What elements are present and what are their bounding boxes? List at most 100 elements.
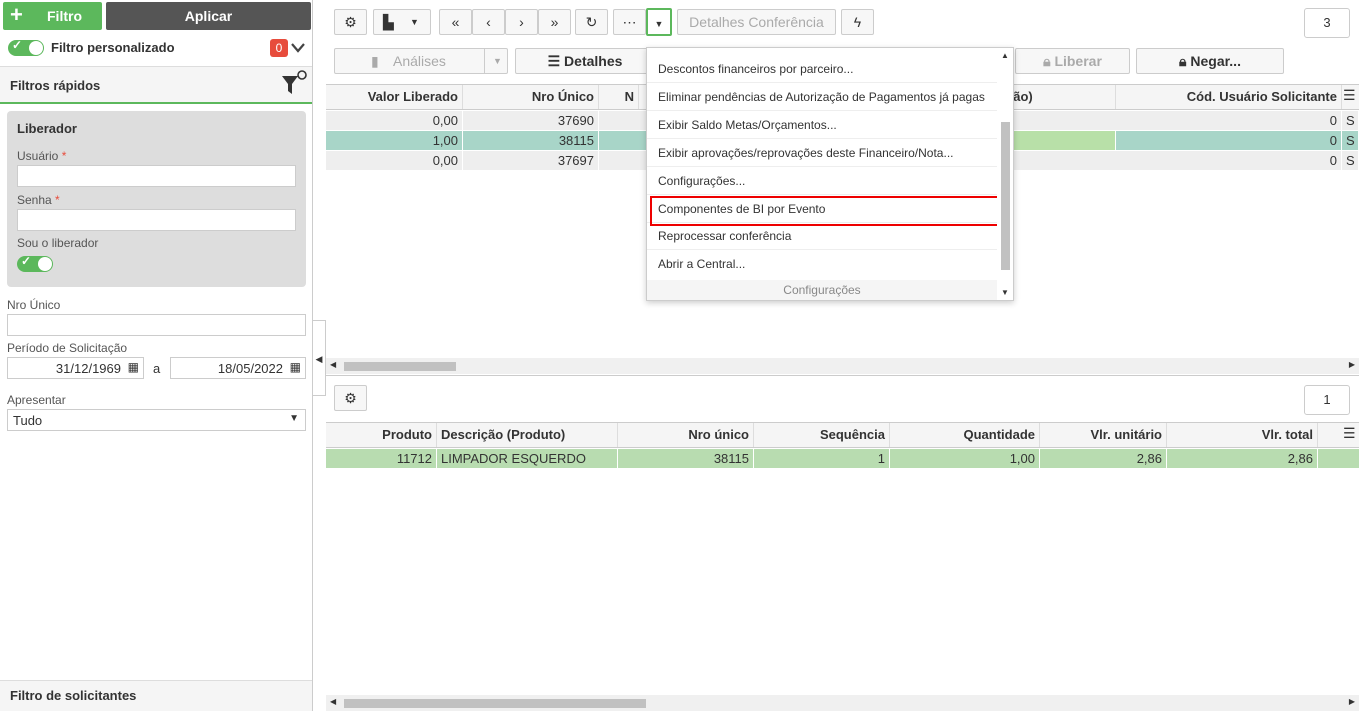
refresh-icon: ↻ xyxy=(585,14,598,30)
ellipsis-icon: ⋯ xyxy=(622,14,637,30)
calendar-icon[interactable]: ▦ xyxy=(290,360,301,374)
caret-down-icon[interactable]: ▼ xyxy=(1001,288,1009,297)
column-header[interactable]: Descrição (Produto) xyxy=(437,423,618,447)
quick-filters-header: Filtros rápidos xyxy=(0,66,312,104)
usuario-input[interactable] xyxy=(17,165,296,187)
more-actions-dropdown-button[interactable]: ▼ xyxy=(646,8,672,36)
liberador-panel: Liberador Usuário * Senha * Sou o libera… xyxy=(7,111,306,287)
export-file-icon: ▙ xyxy=(383,14,394,30)
lightning-button[interactable]: ϟ xyxy=(841,9,874,35)
filter-settings-icon[interactable] xyxy=(280,69,308,97)
column-header[interactable]: Valor Liberado xyxy=(326,85,463,109)
prev-record-button[interactable]: ‹ xyxy=(472,9,505,35)
menu-item-abrir-central[interactable]: Abrir a Central... xyxy=(647,250,997,278)
caret-down-icon: ▼ xyxy=(289,413,299,424)
usuario-label: Usuário * xyxy=(17,149,67,163)
next-record-button[interactable]: › xyxy=(505,9,538,35)
solicitantes-filter-bar[interactable]: Filtro de solicitantes xyxy=(0,680,312,711)
more-actions-button[interactable]: ⋯ xyxy=(613,9,646,35)
columns-menu-icon[interactable]: ☰ xyxy=(1343,87,1356,104)
caret-left-icon[interactable]: ◀ xyxy=(330,697,336,706)
aplicar-button[interactable]: Aplicar xyxy=(106,2,311,30)
filtro-button-label: Filtro xyxy=(47,8,82,24)
column-header[interactable]: Cód. Usuário Solicitante xyxy=(1116,85,1342,109)
periodo-label: Período de Solicitação xyxy=(7,341,128,355)
check-icon: ✓ xyxy=(21,254,32,268)
liberador-title: Liberador xyxy=(17,121,77,136)
columns-menu-icon[interactable]: ☰ xyxy=(1343,425,1356,442)
top-grid-hscrollbar[interactable]: ◀ ▶ xyxy=(326,358,1359,374)
column-header[interactable]: Produto xyxy=(326,423,437,447)
column-header[interactable]: N xyxy=(599,85,639,109)
chevron-down-icon[interactable] xyxy=(291,42,305,54)
menu-item-saldo-metas[interactable]: Exibir Saldo Metas/Orçamentos... xyxy=(647,111,997,139)
column-header[interactable]: Nro único xyxy=(618,423,754,447)
bottom-page-counter: 1 xyxy=(1304,385,1350,415)
menu-item-descontos[interactable]: Descontos financeiros por parceiro... xyxy=(647,55,997,83)
last-record-button[interactable]: » xyxy=(538,9,571,35)
caret-down-icon: ▼ xyxy=(410,17,419,27)
menu-vscrollbar[interactable]: ▲ ▼ xyxy=(997,48,1013,300)
solicitantes-title: Filtro de solicitantes xyxy=(10,688,137,703)
bottom-grid-header: Produto Descrição (Produto) Nro único Se… xyxy=(326,422,1359,448)
column-header[interactable]: Vlr. total xyxy=(1167,423,1318,447)
detalhes-conferencia-button[interactable]: Detalhes Conferência xyxy=(677,9,836,35)
date-from-input[interactable]: 31/12/1969 ▦ xyxy=(7,357,144,379)
custom-filter-label: Filtro personalizado xyxy=(51,40,175,55)
filter-count-badge: 0 xyxy=(270,39,288,57)
caret-right-icon[interactable]: ▶ xyxy=(1349,697,1355,706)
column-header[interactable]: ção) xyxy=(1002,85,1116,109)
detalhes-button[interactable]: ☰ Detalhes xyxy=(515,48,655,74)
bar-chart-icon: ▮ xyxy=(371,53,379,69)
gear-icon: ⚙ xyxy=(344,390,357,406)
caret-down-icon: ▼ xyxy=(654,19,664,29)
gear-icon: ⚙ xyxy=(344,14,357,30)
lock-icon: 🔒︎ xyxy=(1179,53,1187,69)
column-header[interactable]: Vlr. unitário xyxy=(1040,423,1167,447)
bottom-grid-hscrollbar[interactable]: ◀ ▶ xyxy=(326,695,1359,711)
negar-button[interactable]: 🔒︎ Negar... xyxy=(1136,48,1284,74)
nro-unico-label: Nro Único xyxy=(7,298,61,312)
custom-filter-toggle[interactable]: ✓ xyxy=(8,38,44,56)
plus-icon: + xyxy=(10,2,23,27)
caret-left-icon[interactable]: ◀ xyxy=(330,360,336,369)
table-row-selected[interactable]: 11712 LIMPADOR ESQUERDO 38115 1 1,00 2,8… xyxy=(326,449,1359,468)
check-icon: ✓ xyxy=(12,38,23,52)
quick-filters-title: Filtros rápidos xyxy=(10,78,101,93)
menu-item-reprocessar[interactable]: Reprocessar conferência xyxy=(647,222,997,250)
menu-item-aprovacoes[interactable]: Exibir aprovações/reprovações deste Fina… xyxy=(647,139,997,167)
collapse-sidebar-button[interactable]: ◀ xyxy=(313,320,326,396)
chevron-left-icon: ‹ xyxy=(486,14,491,30)
column-header[interactable]: Nro Único xyxy=(463,85,599,109)
caret-right-icon[interactable]: ▶ xyxy=(1349,360,1355,369)
nro-unico-input[interactable] xyxy=(7,314,306,336)
chevron-right-icon: › xyxy=(519,14,524,30)
gear-button[interactable]: ⚙ xyxy=(334,9,367,35)
menu-item-eliminar-pendencias[interactable]: Eliminar pendências de Autorização de Pa… xyxy=(647,83,997,111)
date-separator: a xyxy=(153,361,161,376)
menu-item-configuracoes[interactable]: Configurações... xyxy=(647,167,997,195)
filtro-button[interactable]: + Filtro xyxy=(3,2,102,30)
column-header[interactable]: Sequência xyxy=(754,423,890,447)
top-page-counter: 3 xyxy=(1304,8,1350,38)
calendar-icon[interactable]: ▦ xyxy=(128,360,139,374)
apresentar-select[interactable]: Tudo ▼ xyxy=(7,409,306,431)
sou-liberador-label: Sou o liberador xyxy=(17,236,99,250)
detail-gear-button[interactable]: ⚙ xyxy=(334,385,367,411)
lightning-icon: ϟ xyxy=(853,14,862,30)
apresentar-label: Apresentar xyxy=(7,393,66,407)
analises-button[interactable]: ▮ Análises ▼ xyxy=(334,48,508,74)
date-to-input[interactable]: 18/05/2022 ▦ xyxy=(170,357,306,379)
double-chevron-left-icon: « xyxy=(451,14,460,30)
liberar-button[interactable]: 🔒︎ Liberar xyxy=(1015,48,1130,74)
senha-input[interactable] xyxy=(17,209,296,231)
senha-label: Senha * xyxy=(17,193,60,207)
caret-down-icon: ▼ xyxy=(493,56,502,66)
sou-liberador-toggle[interactable]: ✓ xyxy=(17,254,53,272)
first-record-button[interactable]: « xyxy=(439,9,472,35)
lock-icon: 🔒︎ xyxy=(1043,53,1051,69)
refresh-button[interactable]: ↻ xyxy=(575,9,608,35)
column-header[interactable]: Quantidade xyxy=(890,423,1040,447)
export-button[interactable]: ▙ ▼ xyxy=(373,9,431,35)
caret-up-icon[interactable]: ▲ xyxy=(1001,51,1009,60)
